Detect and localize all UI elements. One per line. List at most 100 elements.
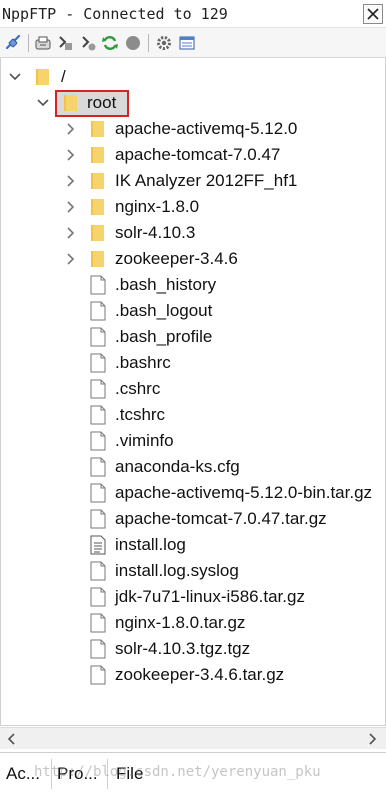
tree-file[interactable]: apache-tomcat-7.0.47.tar.gz — [1, 506, 386, 532]
file-icon — [90, 457, 106, 477]
tree-item-label: .bash_logout — [115, 301, 213, 320]
tree-folder[interactable]: IK Analyzer 2012FF_hf1 — [1, 168, 386, 194]
settings-button[interactable] — [155, 34, 173, 52]
file-icon — [90, 301, 106, 321]
tree-folder[interactable]: apache-activemq-5.12.0 — [1, 116, 386, 142]
toolbar-separator — [28, 34, 29, 52]
tree-item-label: nginx-1.8.0.tar.gz — [115, 613, 246, 632]
tree-item-label: .bashrc — [115, 353, 171, 372]
refresh-button[interactable] — [101, 34, 119, 52]
tree-item-label: jdk-7u71-linux-i586.tar.gz — [115, 587, 305, 606]
toolbar — [0, 28, 386, 58]
tree-folder[interactable]: apache-tomcat-7.0.47 — [1, 142, 386, 168]
tree-item-label: install.log — [115, 535, 186, 554]
folder-icon — [91, 251, 104, 267]
connect-button[interactable] — [4, 34, 22, 52]
tree-file[interactable]: .bashrc — [1, 350, 386, 376]
tree-file[interactable]: .cshrc — [1, 376, 386, 402]
upload-to-icon — [82, 36, 96, 51]
tree-file[interactable]: zookeeper-3.4.6.tar.gz — [1, 662, 386, 688]
scroll-right-icon[interactable] — [366, 733, 378, 745]
file-icon — [90, 587, 106, 607]
tree-item-label: nginx-1.8.0 — [115, 197, 200, 216]
chevron-down-icon[interactable] — [37, 97, 49, 109]
tree-item-label: / — [61, 67, 66, 86]
tree-item-label: apache-tomcat-7.0.47.tar.gz — [115, 509, 327, 528]
chevron-right-icon[interactable] — [64, 149, 76, 161]
tree-item-label: anaconda-ks.cfg — [115, 457, 240, 476]
settings-icon — [157, 36, 171, 50]
tree-file[interactable]: .tcshrc — [1, 402, 386, 428]
folder-icon — [91, 173, 104, 189]
file-tree: / root apache-activemq-5.12.0 apache-tom… — [0, 58, 386, 726]
tree-folder[interactable]: solr-4.10.3 — [1, 220, 386, 246]
tree-file[interactable]: apache-activemq-5.12.0-bin.tar.gz — [1, 480, 386, 506]
tree-item-label: .tcshrc — [115, 405, 166, 424]
tree-folder[interactable]: nginx-1.8.0 — [1, 194, 386, 220]
tree-item-root-directory[interactable]: / — [1, 64, 386, 90]
tree-file[interactable]: install.log — [1, 532, 386, 558]
chevron-right-icon[interactable] — [64, 175, 76, 187]
chevron-right-icon[interactable] — [64, 227, 76, 239]
tree-item-label: .bash_profile — [115, 327, 213, 346]
toolbar-separator — [148, 34, 149, 52]
file-icon — [90, 353, 106, 373]
tree-file[interactable]: solr-4.10.3.tgz.tgz — [1, 636, 386, 662]
close-icon — [367, 8, 379, 20]
tree-file[interactable]: jdk-7u71-linux-i586.tar.gz — [1, 584, 386, 610]
tree-item-label: solr-4.10.3 — [115, 223, 196, 242]
tree-item-label: IK Analyzer 2012FF_hf1 — [115, 171, 298, 190]
file-icon — [90, 613, 106, 633]
tree-file[interactable]: .bash_logout — [1, 298, 386, 324]
file-icon — [90, 483, 106, 503]
upload-to-button[interactable] — [79, 34, 97, 52]
file-icon — [90, 327, 106, 347]
upload-icon — [59, 36, 72, 50]
refresh-icon — [102, 36, 118, 50]
abort-icon — [126, 36, 140, 50]
folder-icon — [91, 121, 104, 137]
tree-file[interactable]: anaconda-ks.cfg — [1, 454, 386, 480]
tree-file[interactable]: install.log.syslog — [1, 558, 386, 584]
upload-button[interactable] — [56, 34, 74, 52]
download-button[interactable] — [34, 34, 52, 52]
folder-icon — [91, 147, 104, 163]
chevron-right-icon[interactable] — [64, 253, 76, 265]
title-bar: NppFTP - Connected to 129 — [0, 0, 386, 28]
horizontal-scrollbar[interactable] — [0, 727, 386, 749]
tree-item-label: solr-4.10.3.tgz.tgz — [115, 639, 251, 658]
message-window-button[interactable] — [178, 34, 196, 52]
watermark: http://blog.csdn.net/yerenyuan_pku — [34, 764, 321, 780]
text-file-icon — [90, 535, 106, 555]
file-icon — [90, 275, 106, 295]
tree-file[interactable]: .bash_history — [1, 272, 386, 298]
folder-icon — [36, 69, 49, 85]
file-icon — [90, 405, 106, 425]
folder-icon — [91, 225, 104, 241]
tree-file[interactable]: .viminfo — [1, 428, 386, 454]
tree-item-label: .viminfo — [115, 431, 174, 450]
connect-icon — [5, 34, 21, 50]
file-icon — [90, 431, 106, 451]
tree-item-label: root — [87, 93, 117, 112]
tree-item-label: .cshrc — [115, 379, 161, 398]
tree-item-label: apache-activemq-5.12.0-bin.tar.gz — [115, 483, 373, 502]
tree-item-label: zookeeper-3.4.6.tar.gz — [115, 665, 285, 684]
tree-item-label: zookeeper-3.4.6 — [115, 249, 238, 268]
tree-file[interactable]: nginx-1.8.0.tar.gz — [1, 610, 386, 636]
download-icon — [35, 36, 51, 50]
folder-icon — [91, 199, 104, 215]
tree-item-label: install.log.syslog — [115, 561, 239, 580]
message-window-icon — [179, 36, 195, 50]
chevron-down-icon[interactable] — [9, 71, 21, 83]
scroll-left-icon[interactable] — [6, 733, 18, 745]
file-icon — [90, 665, 106, 685]
tree-item-root-folder[interactable]: root — [1, 90, 386, 117]
close-button[interactable] — [363, 4, 383, 24]
chevron-right-icon[interactable] — [64, 123, 76, 135]
tree-folder[interactable]: zookeeper-3.4.6 — [1, 246, 386, 272]
tree-file[interactable]: .bash_profile — [1, 324, 386, 350]
chevron-right-icon[interactable] — [64, 201, 76, 213]
tree-item-label: apache-activemq-5.12.0 — [115, 119, 298, 138]
abort-button[interactable] — [124, 34, 142, 52]
